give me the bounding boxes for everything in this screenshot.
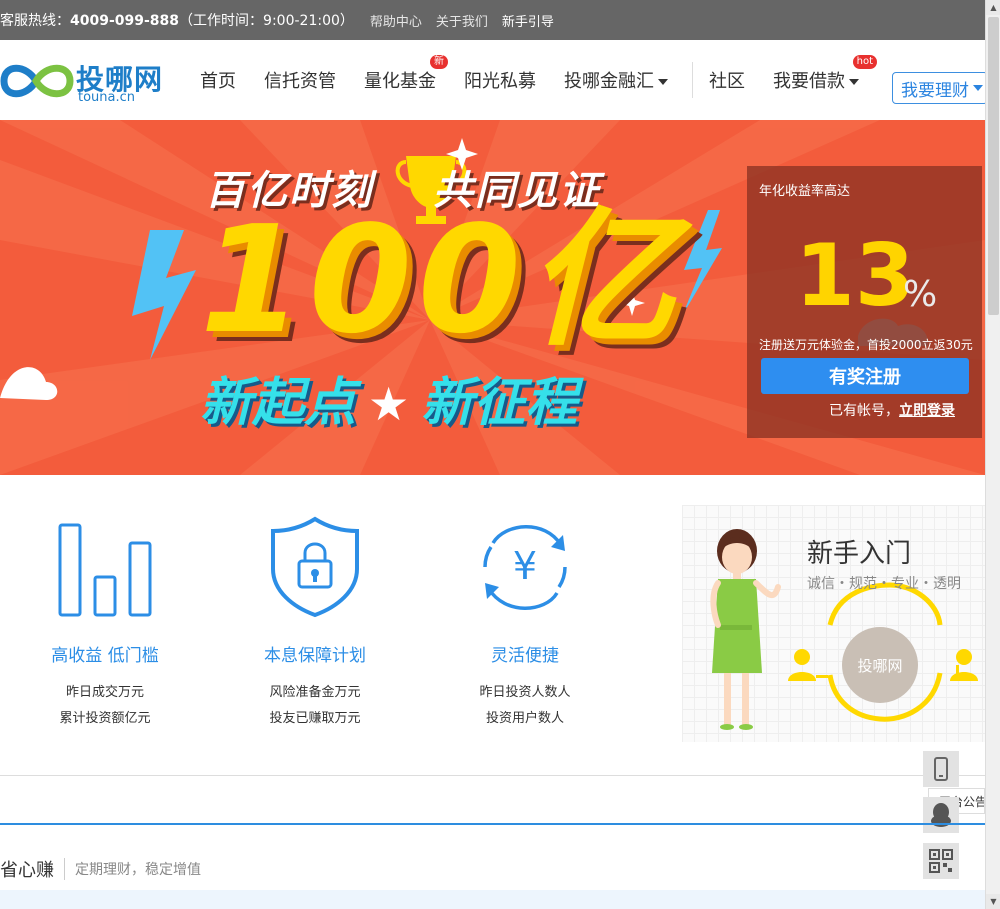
newbie-guide-card[interactable]: 新手入门 诚信・规范・专业・透明 投哪网 [682,505,985,742]
vertical-scrollbar[interactable]: ▲ ▼ [985,0,1000,909]
register-promo-panel: 年化收益率高达 13 % 注册送万元体验金，首投2000立返30元 有奖注册 已… [747,166,982,438]
star-icon: ★ [368,377,410,431]
scroll-up-arrow-icon[interactable]: ▲ [986,0,1000,15]
invest-button[interactable]: 我要理财 [892,72,988,104]
top-utility-bar: 客服热线：4009-099-888（工作时间：9:00-21:00） 帮助中心 … [0,0,985,40]
work-hours: （工作时间：9:00-21:00） [179,13,354,29]
slogan-left: 新起点 [200,373,357,433]
feature-flexible: ¥ 灵活便捷 昨日投资人数人 投资用户数人 [425,515,625,732]
nav-borrow-label: 我要借款 [773,71,845,92]
qq-service-button[interactable] [923,797,959,833]
qr-code-button[interactable] [923,843,959,879]
promo-banner[interactable]: 百亿时刻 共同见证 100亿 新起点 ★ 新征程 年化收益率高达 13 % 注册送万元… [0,120,985,475]
login-prompt: 已有帐号，立即登录 [829,400,955,420]
product-list-top [0,890,985,909]
banner-big-number: 100亿 [200,194,681,366]
scroll-down-arrow-icon[interactable]: ▼ [986,894,1000,909]
mobile-app-button[interactable] [923,751,959,787]
nav-quant-fund[interactable]: 量化基金 新 [364,55,448,93]
banner-slogan: 新起点 ★ 新征程 [200,360,577,435]
top-links: 帮助中心 关于我们 新手引导 [370,11,568,30]
rate-value: 13 [795,226,915,326]
stat-line: 昨日投资人数人 [479,685,571,700]
nav-private-fund-label: 阳光私募 [464,71,536,92]
nav-trust[interactable]: 信托资管 [264,67,336,93]
section-divider [64,858,65,880]
chevron-down-icon [658,79,668,85]
guide-center-logo: 投哪网 [842,627,918,703]
section-subtitle: 定期理财，稳定增值 [75,862,201,878]
section-header: 省心赚 定期理财，稳定增值 [0,856,201,882]
nav-trust-label: 信托资管 [264,71,336,92]
stat-line: 投资用户数人 [485,711,564,726]
section-header-line [0,823,985,825]
section-divider [0,775,985,776]
new-badge: 新 [430,55,448,69]
nav-private-fund[interactable]: 阳光私募 [464,67,536,93]
logo-infinity-icon [0,64,74,98]
feature-high-yield: 高收益 低门槛 昨日成交万元 累计投资额亿元 [5,515,205,732]
promo-note: 注册送万元体验金，首投2000立返30元 [759,338,973,352]
phone-icon [934,757,948,781]
main-header: 投哪网 touna.cn 首页 信托资管 量化基金 新 阳光私募 投哪金融汇 社区… [0,40,988,120]
invest-button-label: 我要理财 [901,80,969,101]
register-button[interactable]: 有奖注册 [761,358,969,394]
hot-badge: hot [852,55,877,69]
nav-home-label: 首页 [200,71,236,92]
bar-chart-icon [58,523,152,617]
yen-refresh-icon: ¥ [483,525,567,610]
feature-title: 高收益 低门槛 [51,646,159,666]
feature-title: 灵活便捷 [491,646,559,666]
link-help[interactable]: 帮助中心 [370,11,422,30]
stat-line: 累计投资额亿元 [59,711,151,726]
rate-label: 年化收益率高达 [759,184,851,199]
section-title: 省心赚 [0,860,54,881]
nav-finance-club[interactable]: 投哪金融汇 [564,67,668,93]
cloud-icon [0,367,58,400]
site-logo[interactable]: 投哪网 touna.cn [0,54,175,108]
nav-borrow[interactable]: 我要借款 hot [773,55,877,93]
slogan-right: 新征程 [421,373,578,433]
link-about[interactable]: 关于我们 [436,11,488,30]
user-icon [950,649,978,681]
main-nav: 首页 信托资管 量化基金 新 阳光私募 投哪金融汇 社区 我要借款 hot [200,40,887,120]
nav-quant-fund-label: 量化基金 [364,71,436,92]
login-link[interactable]: 立即登录 [899,403,955,419]
chevron-down-icon [973,85,983,91]
scrollbar-thumb[interactable] [988,17,999,315]
svg-text:¥: ¥ [513,544,537,588]
feature-guarantee: 本息保障计划 风险准备金万元 投友已赚取万元 [215,515,415,732]
rate-percent: % [903,274,938,315]
nav-divider [692,62,693,98]
user-icon [788,649,828,681]
nav-community[interactable]: 社区 [709,67,745,93]
feature-stats: 风险准备金万元 投友已赚取万元 [215,680,415,732]
shield-lock-icon [271,516,359,618]
chevron-down-icon [849,79,859,85]
hotline: 客服热线：4009-099-888（工作时间：9:00-21:00） [0,10,354,30]
feature-stats: 昨日投资人数人 投资用户数人 [425,680,625,732]
guide-subtitle: 诚信・规范・专业・透明 [807,576,961,592]
hotline-number: 4009-099-888 [70,13,180,29]
nav-home[interactable]: 首页 [200,67,236,93]
woman-illustration [710,529,781,730]
feature-stats: 昨日成交万元 累计投资额亿元 [5,680,205,732]
nav-finance-club-label: 投哪金融汇 [564,71,654,92]
guide-title: 新手入门 [807,539,912,569]
stat-line: 昨日成交万元 [65,685,144,700]
logo-domain: touna.cn [78,90,136,105]
login-prefix: 已有帐号， [829,403,899,419]
stat-line: 风险准备金万元 [269,685,361,700]
nav-community-label: 社区 [709,71,745,92]
feature-title: 本息保障计划 [264,646,366,666]
stat-line: 投友已赚取万元 [269,711,361,726]
hotline-label: 客服热线： [0,13,70,29]
qr-code-icon [929,849,953,873]
link-newbie-guide[interactable]: 新手引导 [502,11,554,30]
